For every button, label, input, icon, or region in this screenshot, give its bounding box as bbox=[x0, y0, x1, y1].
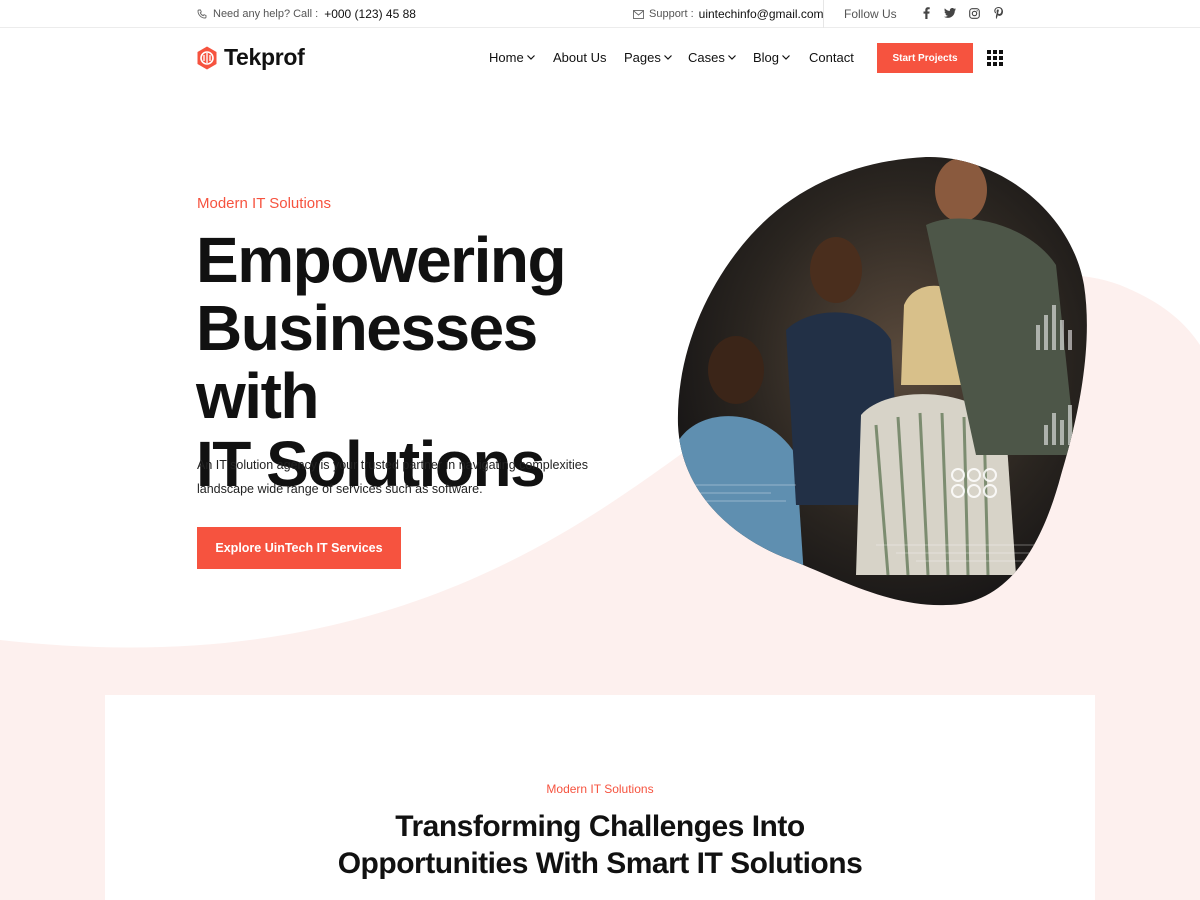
nav-item-label: Contact bbox=[809, 50, 854, 65]
hero-team-photo bbox=[677, 156, 1087, 606]
chevron-down-icon bbox=[782, 55, 790, 60]
tekprof-logo-icon bbox=[197, 46, 217, 69]
facebook-icon[interactable] bbox=[920, 6, 932, 20]
nav-item-label: Home bbox=[489, 50, 524, 65]
instagram-icon[interactable] bbox=[968, 6, 980, 20]
start-projects-button[interactable]: Start Projects bbox=[877, 43, 973, 73]
nav-item-label: Pages bbox=[624, 50, 661, 65]
chevron-down-icon bbox=[727, 55, 736, 60]
twitter-icon[interactable] bbox=[944, 6, 956, 20]
hero-title-line: Businesses with bbox=[196, 292, 538, 432]
nav-item-label: About Us bbox=[553, 50, 607, 65]
support-contact: Support : uintechinfo@gmail.com bbox=[633, 7, 824, 21]
nav-item-blog[interactable]: Blog bbox=[753, 50, 790, 65]
support-label: Support : bbox=[649, 8, 694, 20]
help-contact: Need any help? Call : +000 (123) 45 88 bbox=[197, 7, 416, 21]
grid-menu-icon[interactable] bbox=[987, 50, 1003, 66]
hero-eyebrow: Modern IT Solutions bbox=[197, 195, 331, 212]
topbar: Need any help? Call : +000 (123) 45 88 S… bbox=[0, 0, 1200, 28]
support-email[interactable]: uintechinfo@gmail.com bbox=[699, 7, 824, 21]
pinterest-icon[interactable] bbox=[992, 6, 1004, 20]
follow-label: Follow Us bbox=[844, 7, 897, 21]
nav-item-label: Blog bbox=[753, 50, 780, 65]
chevron-down-icon bbox=[663, 55, 672, 60]
help-label: Need any help? Call : bbox=[213, 8, 319, 20]
hero-title-line: Empowering bbox=[196, 224, 567, 296]
brand-name: Tekprof bbox=[224, 44, 305, 70]
nav-item-contact[interactable]: Contact bbox=[809, 50, 854, 65]
phone-icon bbox=[197, 9, 207, 19]
section-title-line: Opportunities With Smart IT Solutions bbox=[337, 847, 863, 880]
social-links bbox=[920, 6, 1004, 20]
nav-item-pages[interactable]: Pages bbox=[624, 50, 672, 65]
nav-item-cases[interactable]: Cases bbox=[688, 50, 736, 65]
nav-item-about-us[interactable]: About Us bbox=[553, 50, 606, 65]
section-title-line: Transforming Challenges Into bbox=[395, 810, 805, 843]
nav-item-label: Cases bbox=[688, 50, 725, 65]
section-eyebrow: Modern IT Solutions bbox=[546, 782, 654, 796]
intro-section: Modern IT Solutions Transforming Challen… bbox=[105, 695, 1095, 900]
phone-number[interactable]: +000 (123) 45 88 bbox=[324, 7, 416, 21]
hero-description: An IT solution agency is your trusted pa… bbox=[197, 458, 588, 496]
nav-item-home[interactable]: Home bbox=[489, 50, 535, 65]
chevron-down-icon bbox=[526, 55, 535, 60]
topbar-divider bbox=[823, 0, 824, 28]
envelope-icon bbox=[633, 9, 644, 19]
site-logo[interactable]: Tekprof bbox=[196, 44, 305, 71]
explore-services-button[interactable]: Explore UinTech IT Services bbox=[197, 527, 401, 569]
section-title: Transforming Challenges Into Opportuniti… bbox=[105, 808, 1095, 882]
